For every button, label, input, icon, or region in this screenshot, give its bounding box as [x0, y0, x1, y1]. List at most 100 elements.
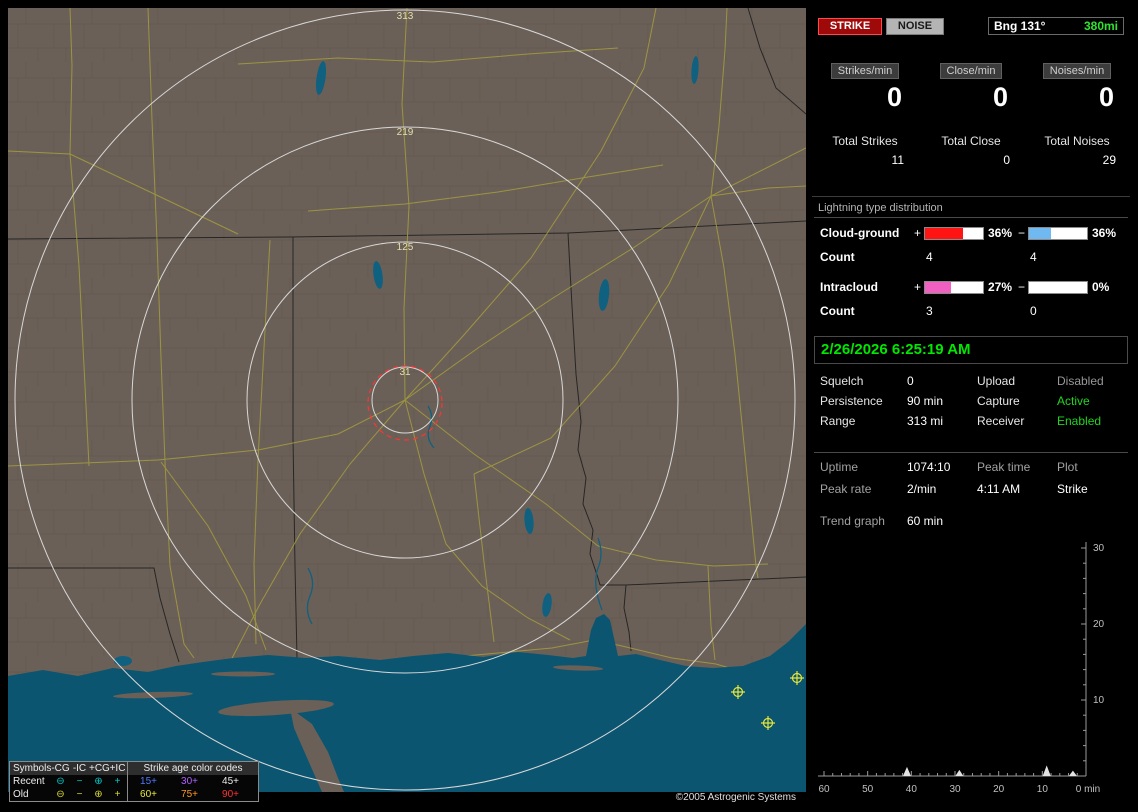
cg-negative-percent: 36% [1092, 226, 1117, 240]
trend-graph: 60 50 40 30 20 10 30 20 10 0 min [818, 542, 1105, 795]
ic-negative-count: 0 [1030, 304, 1037, 318]
capture-status: Active [1057, 394, 1090, 408]
svg-text:30: 30 [1093, 543, 1105, 554]
status-row: Uptime 1074:10 Peak time Plot [812, 460, 1130, 482]
status-row: Peak rate 2/min 4:11 AM Strike [812, 482, 1130, 504]
svg-text:30: 30 [949, 784, 961, 795]
cg-negative-count: 4 [1030, 250, 1037, 264]
strikes-per-min-badge[interactable]: Strikes/min [830, 63, 900, 79]
legend-symbols-header: Symbols [13, 763, 52, 774]
ring-label-219: 219 [397, 127, 414, 138]
total-strikes-label: Total Strikes [832, 134, 898, 148]
total-noises-label: Total Noises [1044, 134, 1110, 148]
cg-positive-count: 4 [926, 250, 933, 264]
old-pos-ic-icon: + [114, 789, 121, 800]
legend-old-label: Old [13, 789, 29, 800]
lightning-map-area[interactable]: 313 219 125 31 Symbols -CG -IC +CG +IC S… [8, 8, 806, 804]
intracloud-label: Intracloud [820, 280, 879, 294]
upload-label: Upload [977, 374, 1016, 388]
distribution-header: Lightning type distribution [814, 197, 1128, 218]
ring-label-31: 31 [399, 367, 411, 378]
ic-negative-bar [1028, 281, 1088, 294]
recent-pos-cg-icon: ⊕ [94, 776, 103, 787]
age-90: 90+ [222, 789, 239, 800]
svg-text:40: 40 [906, 784, 918, 795]
bearing-range-display: Bng 131° 380mi [988, 17, 1124, 35]
settings-row: Squelch 0 Upload Disabled [812, 374, 1130, 394]
uptime-label: Uptime [820, 460, 859, 474]
bearing-value: Bng 131° [994, 19, 1046, 33]
svg-text:20: 20 [993, 784, 1005, 795]
close-per-min-group: Close/min [918, 63, 1024, 79]
svg-text:10: 10 [1093, 695, 1105, 706]
total-close-label: Total Close [941, 134, 1001, 148]
settings-section: Squelch 0 Upload Disabled Persistence 90… [812, 374, 1130, 434]
age-75: 75+ [181, 789, 198, 800]
old-pos-cg-icon: ⊕ [94, 789, 103, 800]
cg-positive-percent: 36% [988, 226, 1013, 240]
legend-recent-label: Recent [13, 776, 45, 787]
capture-label: Capture [977, 394, 1020, 408]
map-legend: Symbols -CG -IC +CG +IC Strike age color… [9, 761, 259, 802]
strikes-per-min-value: 0 [886, 82, 902, 112]
plot-label: Plot [1057, 460, 1078, 474]
settings-row: Persistence 90 min Capture Active [812, 394, 1130, 414]
recent-pos-ic-icon: + [114, 776, 121, 787]
ring-label-125: 125 [397, 242, 414, 253]
noises-per-min-group: Noises/min [1024, 63, 1130, 79]
legend-age-header: Strike age color codes [143, 763, 243, 774]
plus-sign: + [914, 226, 922, 240]
uptime-value: 1074:10 [907, 460, 951, 474]
trend-graph-header: Trend graph 60 min [812, 514, 1130, 530]
copyright-text: ©2005 Astrogenic Systems [671, 792, 800, 804]
ic-positive-count: 3 [926, 304, 933, 318]
legend-recent-row: Recent ⊖ − ⊕ + 15+ 30+ 45+ [10, 775, 258, 788]
total-noises-value: 29 [1102, 153, 1116, 167]
squelch-label: Squelch [820, 374, 864, 388]
persistence-value: 90 min [907, 394, 944, 408]
minus-sign: − [1018, 226, 1026, 240]
age-15: 15+ [140, 776, 157, 787]
noises-per-min-badge[interactable]: Noises/min [1042, 63, 1112, 79]
minus-sign: − [1018, 280, 1026, 294]
age-45: 45+ [222, 776, 239, 787]
total-close-value: 0 [1003, 153, 1010, 167]
svg-text:50: 50 [862, 784, 874, 795]
trend-window-value: 60 min [907, 514, 944, 528]
status-panel: STRIKE NOISE Bng 131° 380mi Strikes/min … [812, 8, 1130, 804]
receiver-status: Enabled [1057, 414, 1102, 428]
range-value: 380mi [1083, 19, 1118, 33]
svg-text:10: 10 [1037, 784, 1049, 795]
map-canvas[interactable]: 313 219 125 31 [8, 8, 806, 792]
legend-old-row: Old ⊖ − ⊕ + 60+ 75+ 90+ [10, 788, 258, 801]
close-per-min-value: 0 [992, 82, 1008, 112]
count-label: Count [820, 304, 855, 318]
cg-negative-bar [1028, 227, 1088, 240]
ic-positive-bar [924, 281, 984, 294]
plus-sign: + [914, 280, 922, 294]
ring-label-313: 313 [397, 11, 414, 22]
divider [814, 452, 1128, 453]
ic-negative-percent: 0% [1092, 280, 1110, 294]
datetime-display: 2/26/2026 6:25:19 AM [814, 336, 1128, 364]
distribution-body: Cloud-ground + 36% − 36% Count 4 4 Intra… [812, 218, 1130, 328]
close-per-min-badge[interactable]: Close/min [939, 63, 1003, 79]
svg-text:20: 20 [1093, 619, 1105, 630]
recent-neg-ic-icon: − [76, 776, 83, 787]
age-60: 60+ [140, 789, 157, 800]
range-setting-label: Range [820, 414, 856, 428]
peak-time-label: Peak time [977, 460, 1031, 474]
trend-graph-label: Trend graph [820, 514, 885, 528]
age-30: 30+ [181, 776, 198, 787]
noises-per-min-value: 0 [1098, 82, 1114, 112]
old-neg-ic-icon: − [76, 789, 83, 800]
legend-col-pos-ic: +IC [109, 763, 126, 774]
total-strikes-value: 11 [891, 153, 904, 167]
cloud-ground-label: Cloud-ground [820, 226, 900, 240]
peak-rate-value: 2/min [907, 482, 937, 496]
noise-mode-button[interactable]: NOISE [886, 18, 944, 35]
count-label: Count [820, 250, 855, 264]
legend-col-pos-cg: +CG [89, 763, 110, 774]
strike-mode-button[interactable]: STRIKE [818, 18, 882, 35]
peak-rate-label: Peak rate [820, 482, 872, 496]
